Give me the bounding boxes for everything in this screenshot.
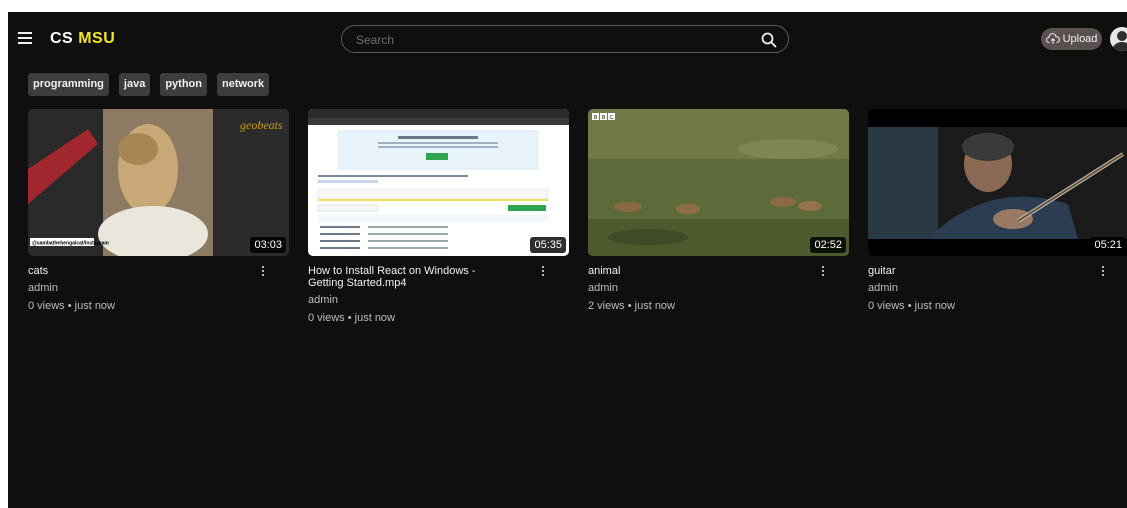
chip-network[interactable]: network xyxy=(217,73,270,96)
video-title[interactable]: guitar xyxy=(868,265,1068,277)
category-chips: programming java python network xyxy=(28,73,270,96)
video-title[interactable]: animal xyxy=(588,265,788,277)
channel-name[interactable]: admin xyxy=(868,282,1127,294)
channel-name[interactable]: admin xyxy=(28,282,289,294)
more-vert-icon[interactable] xyxy=(821,266,825,278)
hamburger-menu-icon[interactable] xyxy=(18,32,32,44)
video-card: 05:35 How to Install React on Windows - … xyxy=(308,109,569,324)
guitar-player-thumbnail-image xyxy=(868,109,1127,256)
svg-text:C: C xyxy=(610,115,614,121)
wild-dogs-thumbnail-image: B B C xyxy=(588,109,849,256)
upload-label: Upload xyxy=(1062,33,1098,45)
more-vert-icon[interactable] xyxy=(261,266,265,278)
header: CS MSU Upload xyxy=(8,12,1127,68)
search-icon[interactable] xyxy=(760,31,778,49)
svg-text:B: B xyxy=(602,115,606,121)
video-card: geobeats @sambathebengalcat/Instagram 03… xyxy=(28,109,289,312)
more-vert-icon[interactable] xyxy=(541,266,545,278)
video-stats: 0 views • just now xyxy=(308,312,395,324)
channel-name[interactable]: admin xyxy=(308,294,569,306)
video-duration: 03:03 xyxy=(250,237,286,253)
channel-name[interactable]: admin xyxy=(588,282,849,294)
upload-button[interactable]: Upload xyxy=(1041,28,1102,50)
bbc-badge: B B C xyxy=(592,113,615,121)
github-screenshot-thumbnail-image xyxy=(308,109,569,256)
more-vert-icon[interactable] xyxy=(1101,266,1105,278)
video-thumbnail[interactable]: 05:35 xyxy=(308,109,569,256)
video-thumbnail[interactable]: geobeats @sambathebengalcat/Instagram 03… xyxy=(28,109,289,256)
user-avatar-icon[interactable] xyxy=(1110,27,1127,51)
video-card: 05:21 guitar admin 0 views • just now xyxy=(868,109,1127,312)
video-stats: 0 views • just now xyxy=(28,300,115,312)
video-card: B B C 02:52 animal admin 2 views • just … xyxy=(588,109,849,312)
video-thumbnail[interactable]: 05:21 xyxy=(868,109,1127,256)
video-stats: 0 views • just now xyxy=(868,300,955,312)
video-stats: 2 views • just now xyxy=(588,300,675,312)
watermark-text: geobeats xyxy=(240,118,283,132)
video-title[interactable]: How to Install React on Windows - Gettin… xyxy=(308,265,508,289)
logo-text-msu: MSU xyxy=(78,30,116,47)
video-duration: 05:35 xyxy=(530,237,566,253)
svg-text:B: B xyxy=(594,115,598,121)
search-bar xyxy=(341,25,789,53)
video-meta: cats admin 0 views • just now xyxy=(28,256,289,312)
search-input[interactable] xyxy=(356,30,736,50)
app: CS MSU Upload programming java python ne… xyxy=(8,12,1127,508)
cat-thumbnail-image: geobeats @sambathebengalcat/Instagram xyxy=(28,109,289,256)
video-duration: 05:21 xyxy=(1090,237,1126,253)
chip-python[interactable]: python xyxy=(160,73,207,96)
chip-java[interactable]: java xyxy=(118,73,151,96)
logo[interactable]: CS MSU xyxy=(50,30,115,48)
logo-text-cs: CS xyxy=(50,30,74,47)
video-thumbnail[interactable]: B B C 02:52 xyxy=(588,109,849,256)
video-title[interactable]: cats xyxy=(28,265,228,277)
cloud-upload-icon xyxy=(1045,33,1060,44)
chip-programming[interactable]: programming xyxy=(28,73,109,96)
video-meta: guitar admin 0 views • just now xyxy=(868,256,1127,312)
video-meta: animal admin 2 views • just now xyxy=(588,256,849,312)
credit-text: @sambathebengalcat/Instagram xyxy=(32,241,109,247)
video-duration: 02:52 xyxy=(810,237,846,253)
video-meta: How to Install React on Windows - Gettin… xyxy=(308,256,569,324)
